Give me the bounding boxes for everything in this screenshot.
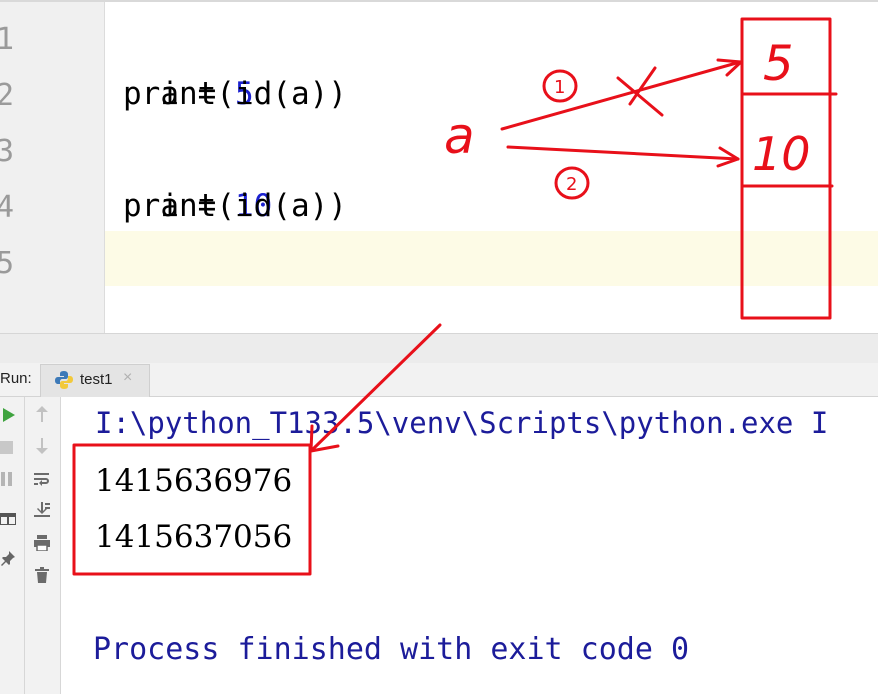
console-actions-strip — [25, 397, 61, 694]
print-icon[interactable] — [33, 535, 51, 551]
current-line-highlight — [105, 231, 878, 286]
soft-wrap-icon[interactable] — [33, 471, 51, 487]
code-line-2[interactable]: print(id(a)) — [123, 66, 347, 122]
pin-icon[interactable] — [0, 551, 15, 566]
rerun-icon[interactable] — [2, 408, 16, 422]
python-file-icon — [55, 371, 73, 389]
line-number: 5 — [0, 246, 15, 281]
code-line-4[interactable]: print(id(a)) — [123, 178, 347, 234]
pause-icon[interactable] — [0, 472, 13, 486]
line-number: 4 — [0, 190, 15, 225]
console-output-line: 1415637056 — [95, 519, 293, 555]
panel-splitter[interactable] — [0, 333, 878, 364]
line-number: 3 — [0, 134, 15, 169]
line-number-gutter: 1 2 3 4 5 — [0, 2, 105, 333]
layout-icon[interactable] — [0, 513, 16, 525]
console-command-line: I:\python_T133.5\venv\Scripts\python.exe… — [95, 406, 829, 440]
up-arrow-icon[interactable] — [35, 406, 49, 422]
console-exit-message: Process finished with exit code 0 — [93, 632, 690, 667]
tab-label: test1 — [80, 371, 113, 388]
line-number: 1 — [0, 22, 15, 57]
code-line-1[interactable]: a = 5 — [123, 10, 253, 112]
trash-icon[interactable] — [35, 567, 49, 583]
tab-close-button[interactable]: × — [123, 369, 132, 387]
stop-icon[interactable] — [0, 441, 13, 454]
code-line-3[interactable]: a = 10 — [123, 122, 272, 224]
console-output-line: 1415636976 — [95, 463, 293, 499]
line-number: 2 — [0, 78, 15, 113]
run-label: Run: — [0, 370, 32, 387]
scroll-to-end-icon[interactable] — [33, 502, 51, 518]
down-arrow-icon[interactable] — [35, 438, 49, 454]
run-actions-strip — [0, 397, 25, 694]
